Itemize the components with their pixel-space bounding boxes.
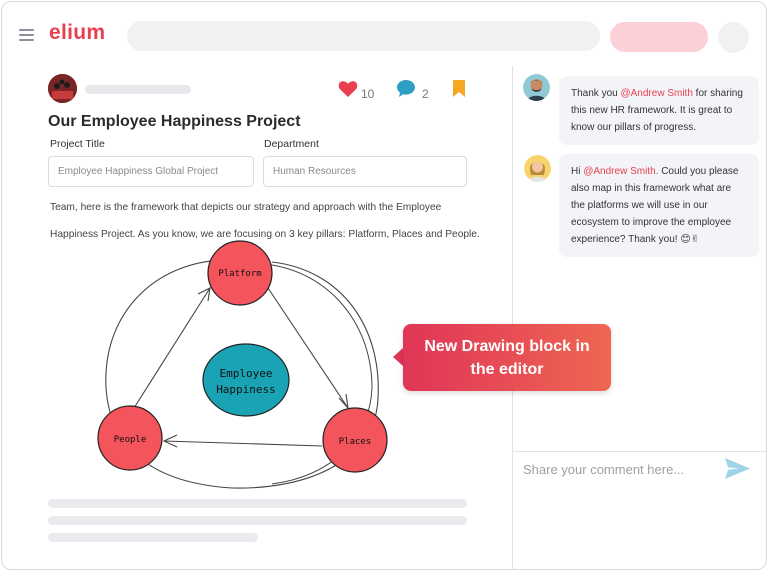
center-node — [202, 343, 290, 417]
panel-divider — [512, 66, 513, 569]
comment-bubble: Hi @Andrew Smith. Could you please also … — [559, 154, 759, 257]
comment-text: Could you please also map in this framew… — [571, 166, 739, 245]
project-title-label: Project Title — [50, 138, 105, 150]
author-name-placeholder — [85, 85, 191, 94]
heart-icon[interactable] — [338, 80, 358, 98]
department-label: Department — [264, 138, 319, 150]
content-placeholder-line — [48, 533, 258, 542]
places-node-label: Places — [339, 437, 372, 447]
department-field[interactable]: Human Resources — [263, 156, 467, 187]
post-title: Our Employee Happiness Project — [48, 113, 301, 130]
comment-text: Hi — [571, 166, 584, 177]
arrow-people-platform — [133, 287, 211, 409]
commenter-avatar[interactable] — [524, 155, 551, 182]
bookmark-icon[interactable] — [452, 79, 466, 98]
comment-count: 2 — [422, 87, 429, 101]
project-title-field[interactable]: Employee Happiness Global Project — [48, 156, 254, 187]
center-node-label-1: Employee — [220, 367, 273, 380]
arrow-places-people — [163, 440, 323, 447]
commenter-avatar[interactable] — [523, 74, 550, 101]
comment-text: Thank you — [571, 88, 621, 99]
user-avatar[interactable] — [718, 22, 749, 53]
comment-icon[interactable] — [396, 79, 416, 98]
callout-line-2: the editor — [470, 361, 544, 378]
platform-node-label: Platform — [218, 269, 261, 279]
comment-bubble: Thank you @Andrew Smith for sharing this… — [559, 76, 759, 145]
author-avatar[interactable] — [48, 74, 77, 103]
search-bar[interactable] — [127, 21, 600, 51]
comment-input[interactable] — [523, 459, 713, 479]
menu-icon[interactable] — [19, 29, 34, 41]
app-window: elium 10 2 Our Employee Happiness Projec… — [1, 1, 767, 570]
top-bar: elium — [2, 2, 766, 66]
composer-divider — [513, 451, 766, 452]
callout-pointer — [393, 348, 403, 366]
drawing-block[interactable]: Employee Happiness Platform People Place… — [82, 238, 402, 498]
send-icon[interactable] — [724, 457, 751, 480]
like-count: 10 — [361, 87, 375, 101]
callout-line-1: New Drawing block in — [424, 338, 590, 355]
content-placeholder-line — [48, 499, 467, 508]
user-mention[interactable]: @Andrew Smith — [620, 88, 692, 99]
primary-action-button[interactable] — [610, 22, 708, 52]
app-logo[interactable]: elium — [49, 21, 105, 45]
feature-callout: New Drawing block in the editor — [403, 324, 611, 391]
content-placeholder-line — [48, 516, 467, 525]
people-node-label: People — [114, 435, 147, 445]
center-node-label-2: Happiness — [216, 383, 276, 396]
user-mention[interactable]: @Andrew Smith. — [583, 166, 658, 177]
